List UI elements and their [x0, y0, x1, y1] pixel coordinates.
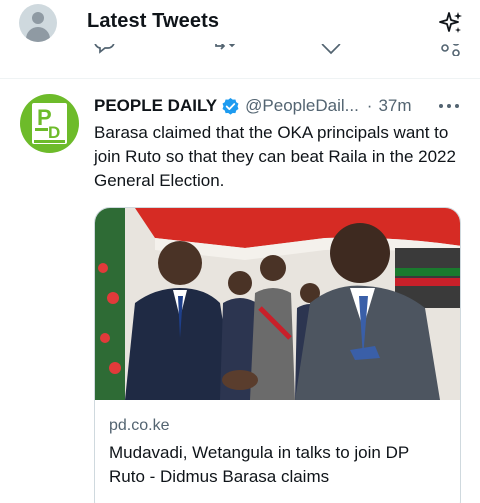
card-domain: pd.co.ke	[109, 417, 170, 434]
author-avatar[interactable]: P D	[20, 94, 79, 153]
author-name[interactable]: PEOPLE DAILY	[94, 96, 217, 116]
reply-icon[interactable]	[94, 44, 116, 56]
tweet-text: Barasa claimed that the OKA principals w…	[94, 123, 456, 190]
author-handle[interactable]: @PeopleDail...	[245, 96, 359, 116]
tweet-header: PEOPLE DAILY @PeopleDail... · 37m	[94, 95, 412, 117]
verified-badge-icon	[222, 97, 239, 115]
page-title: Latest Tweets	[87, 10, 220, 32]
like-icon[interactable]	[320, 44, 342, 56]
avatar-head-shape	[32, 12, 44, 24]
people-daily-logo: P D	[32, 103, 67, 144]
tweet-timestamp[interactable]: 37m	[378, 96, 411, 116]
top-header: Latest Tweets	[0, 0, 480, 44]
avatar-body-shape	[26, 27, 50, 42]
separator-dot: ·	[366, 96, 373, 115]
more-icon[interactable]	[437, 97, 461, 115]
card-title: Mudavadi, Wetangula in talks to join DP …	[109, 443, 409, 486]
profile-avatar[interactable]	[19, 4, 57, 42]
previous-tweet-actions	[0, 44, 480, 68]
card-image	[95, 208, 460, 400]
sparkle-icon[interactable]	[438, 10, 464, 36]
link-card[interactable]: pd.co.ke Mudavadi, Wetangula in talks to…	[94, 207, 461, 503]
share-icon[interactable]	[440, 44, 462, 56]
svg-text:D: D	[48, 123, 60, 142]
retweet-icon[interactable]	[212, 44, 236, 56]
tweet-divider	[0, 78, 480, 79]
